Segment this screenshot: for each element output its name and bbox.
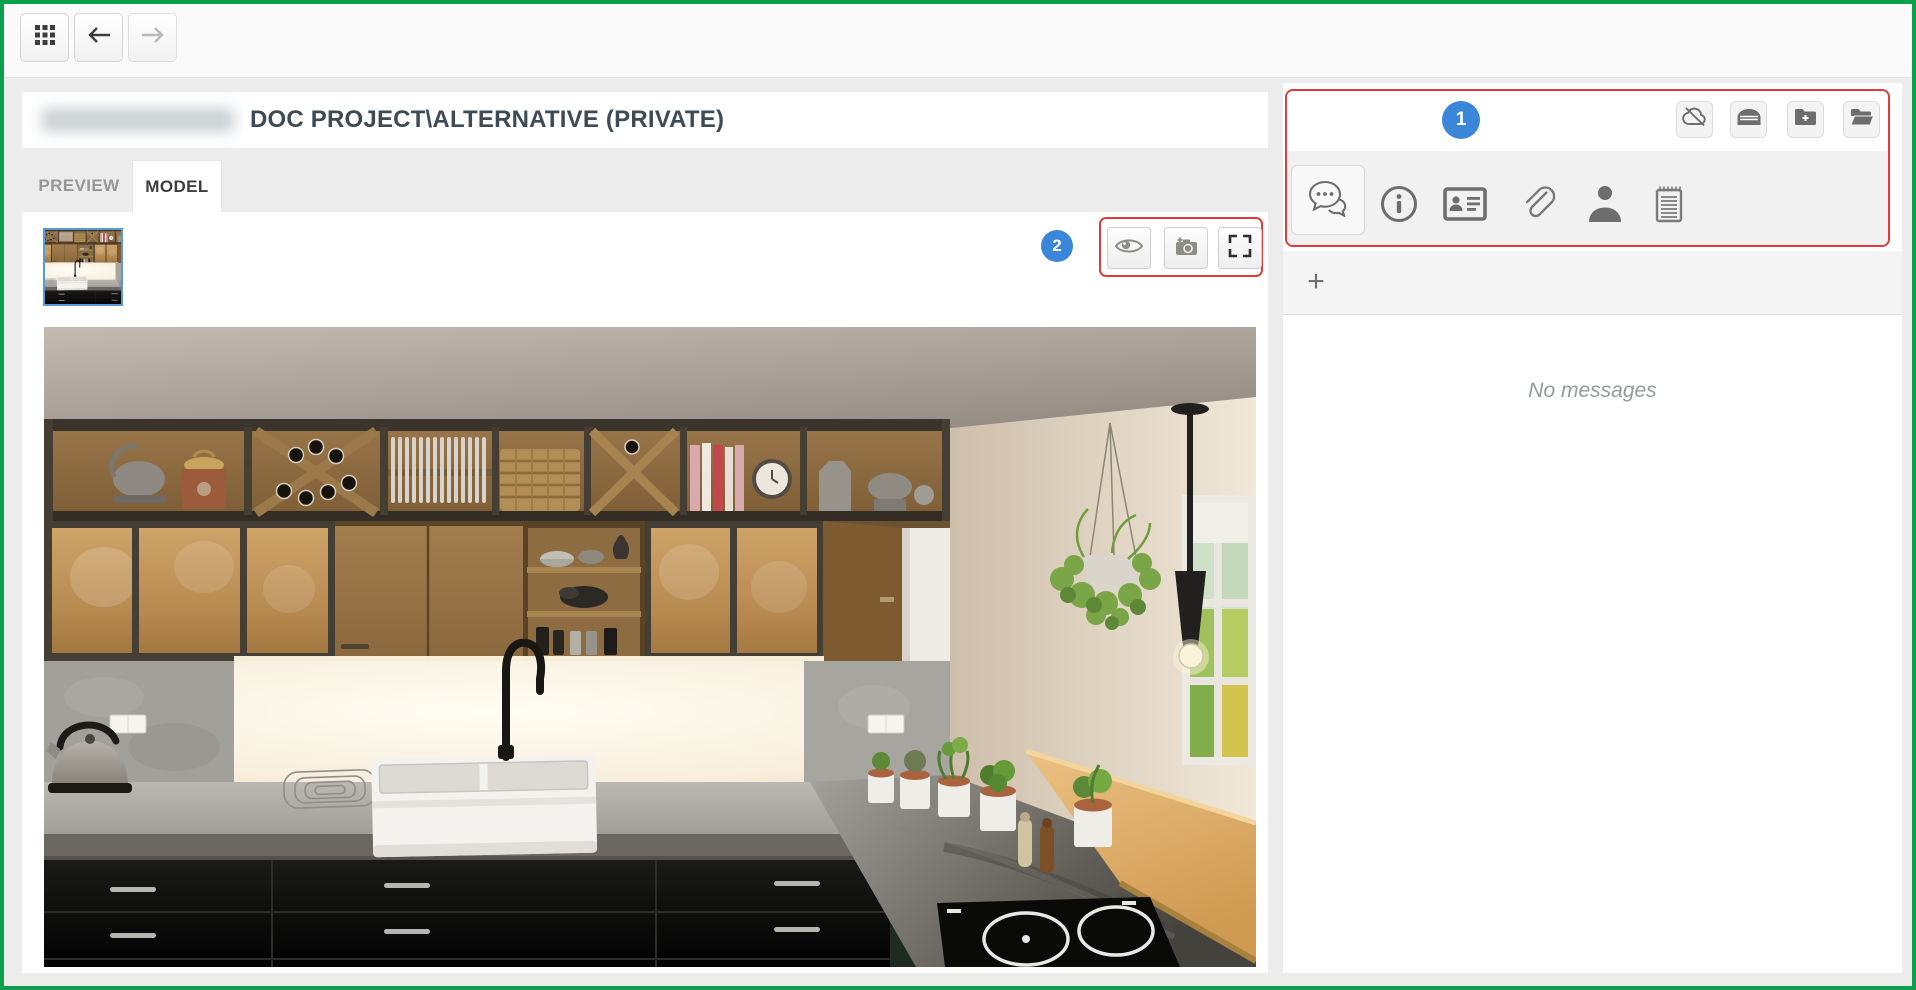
archive-button[interactable] [1730,101,1767,138]
tab-model[interactable]: MODEL [132,160,222,212]
tab-chat[interactable] [1291,165,1365,235]
render-thumbnail-image [45,230,121,304]
tab-info[interactable] [1377,183,1421,229]
camera-add-icon [1173,235,1199,262]
collaboration-panel: 1 [1283,83,1902,973]
chat-icon [1307,179,1349,222]
cloud-sync-button[interactable] [1676,101,1713,138]
empty-messages-text: No messages [1283,379,1902,403]
arrow-left-icon [86,24,112,51]
model-render-view[interactable] [44,327,1256,967]
info-icon [1379,184,1419,229]
annotation-badge-1: 1 [1442,101,1480,139]
snapshot-button[interactable] [1164,227,1208,269]
fullscreen-icon [1228,234,1252,263]
paperclip-icon [1518,184,1558,229]
annotation-badge-2: 2 [1041,230,1073,262]
back-button[interactable] [74,13,123,62]
tab-notes[interactable] [1647,183,1691,229]
open-folder-button[interactable] [1843,101,1880,138]
panel-tab-bar [1287,151,1888,245]
folder-plus-icon [1794,107,1818,132]
inbox-icon [1736,107,1762,132]
render-thumbnail[interactable] [43,228,123,306]
apps-grid-button[interactable] [20,13,69,62]
eye-icon [1114,236,1144,261]
folder-open-icon [1849,107,1875,132]
tab-preview[interactable]: PREVIEW [36,160,122,212]
arrow-right-icon [140,24,166,51]
tab-contact-card[interactable] [1443,183,1487,229]
kitchen-render-image [44,327,1256,967]
annotation-box-2 [1099,217,1263,277]
contact-card-icon [1443,187,1487,226]
visibility-button[interactable] [1107,227,1151,269]
add-message-button[interactable]: + [1293,259,1339,305]
message-compose-row: + [1283,251,1902,315]
top-toolbar [4,4,1912,78]
viewer-tabs: PREVIEW MODEL [22,148,1268,212]
app-window: DOC PROJECT\ALTERNATIVE (PRIVATE) PREVIE… [0,0,1916,990]
cloud-off-icon [1682,105,1708,134]
redacted-title-prefix [42,108,234,132]
person-icon [1587,184,1623,229]
fullscreen-button[interactable] [1218,227,1262,269]
tab-attachments[interactable] [1516,183,1560,229]
page-title: DOC PROJECT\ALTERNATIVE (PRIVATE) [250,106,724,134]
project-title-bar: DOC PROJECT\ALTERNATIVE (PRIVATE) [22,92,1268,148]
annotation-box-1: 1 [1285,89,1890,247]
panel-header: 1 [1287,91,1888,151]
apps-grid-icon [34,24,56,51]
add-folder-button[interactable] [1787,101,1824,138]
notes-icon [1653,184,1685,229]
forward-button[interactable] [128,13,177,62]
model-viewer-card: 2 [22,212,1268,973]
tab-people[interactable] [1583,183,1627,229]
